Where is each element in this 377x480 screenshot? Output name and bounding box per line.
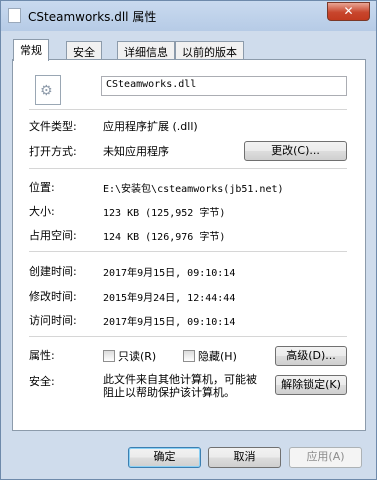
file-icon [8,8,21,23]
ok-button[interactable]: 确定 [128,447,201,468]
location-label: 位置: [29,181,55,194]
size-label: 大小: [29,205,55,218]
tab-security[interactable]: 安全 [66,41,102,60]
divider [29,109,347,110]
security-label: 安全: [29,375,55,388]
created-label: 创建时间: [29,265,77,278]
divider [29,336,347,337]
readonly-checkbox[interactable] [103,350,115,362]
tab-previous-versions[interactable]: 以前的版本 [175,41,244,60]
accessed-value: 2017年9月15日, 09:10:14 [103,317,236,328]
hidden-checkbox[interactable] [183,350,195,362]
modified-label: 修改时间: [29,290,77,303]
divider [29,251,347,252]
security-message: 此文件来自其他计算机，可能被阻止以帮助保护该计算机。 [103,373,257,399]
size-value: 123 KB (125,952 字节) [103,208,226,219]
tab-general[interactable]: 常规 [13,39,49,61]
open-with-label: 打开方式: [29,145,77,158]
change-button[interactable]: 更改(C)... [244,141,347,161]
created-value: 2017年9月15日, 09:10:14 [103,268,236,279]
properties-window: CSteamworks.dll 属性 ✕ 常规 安全 详细信息 以前的版本 ⚙ … [0,0,377,480]
divider [29,168,347,169]
readonly-label[interactable]: 只读(R) [118,348,156,364]
unblock-button[interactable]: 解除锁定(K) [275,375,347,395]
advanced-button[interactable]: 高级(D)... [275,346,347,366]
hidden-label[interactable]: 隐藏(H) [198,348,237,364]
location-value: E:\安装包\csteamworks(jb51.net) [103,184,284,195]
tab-details[interactable]: 详细信息 [117,41,175,60]
attributes-label: 属性: [29,349,55,362]
size-on-disk-label: 占用空间: [29,229,77,242]
type-value: 应用程序扩展 (.dll) [103,120,198,133]
apply-button[interactable]: 应用(A) [289,447,362,468]
dll-file-icon: ⚙ [35,75,61,105]
close-button[interactable]: ✕ [327,2,370,21]
title-bar[interactable]: CSteamworks.dll 属性 ✕ [1,1,376,31]
accessed-label: 访问时间: [29,314,77,327]
modified-value: 2015年9月24日, 12:44:44 [103,293,236,304]
cancel-button[interactable]: 取消 [208,447,281,468]
gear-icon: ⚙ [40,83,53,99]
filename-field[interactable]: CSteamworks.dll [101,76,347,96]
size-on-disk-value: 124 KB (126,976 字节) [103,232,226,243]
open-with-value: 未知应用程序 [103,145,169,158]
type-label: 文件类型: [29,120,77,133]
window-title: CSteamworks.dll 属性 [28,10,157,24]
